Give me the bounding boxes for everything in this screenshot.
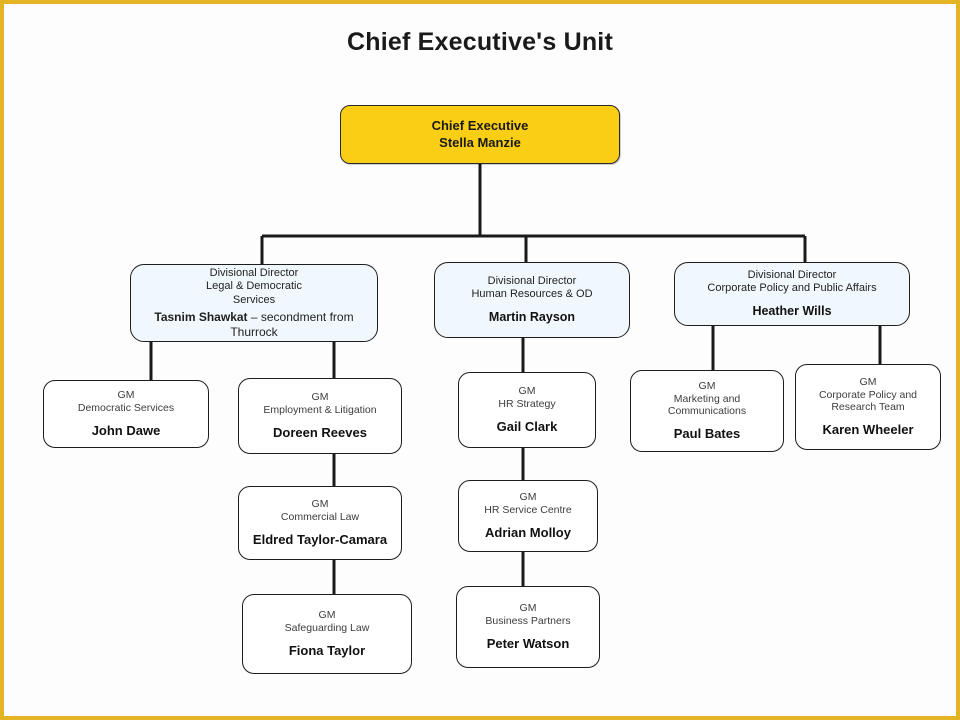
- org-chart-canvas: Chief Executive's Unit Chief Executive S…: [4, 4, 956, 716]
- node-role: GM Business Partners: [485, 602, 571, 628]
- node-person-name: Tasnim Shawkat: [154, 309, 248, 324]
- node-person: Tasnim Shawkat – secondment from Thurroc…: [137, 310, 371, 339]
- node-gm-democratic-services[interactable]: GM Democratic Services John Dawe: [43, 380, 209, 448]
- node-gm-hr-service-centre[interactable]: GM HR Service Centre Adrian Molloy: [458, 480, 598, 552]
- node-divisional-director-hr[interactable]: Divisional Director Human Resources & OD…: [434, 262, 630, 338]
- node-role: Divisional Director Human Resources & OD: [471, 274, 593, 301]
- node-gm-hr-strategy[interactable]: GM HR Strategy Gail Clark: [458, 372, 596, 448]
- node-divisional-director-policy[interactable]: Divisional Director Corporate Policy and…: [674, 262, 910, 326]
- node-gm-corporate-policy-research[interactable]: GM Corporate Policy and Research Team Ka…: [795, 364, 941, 450]
- node-role: GM Democratic Services: [77, 389, 175, 415]
- node-divisional-director-legal[interactable]: Divisional Director Legal & Democratic S…: [130, 264, 378, 342]
- node-person: Fiona Taylor: [288, 642, 366, 658]
- node-gm-safeguarding-law[interactable]: GM Safeguarding Law Fiona Taylor: [242, 594, 412, 674]
- node-person: John Dawe: [91, 422, 161, 438]
- node-person: Heather Wills: [752, 303, 832, 318]
- node-chief-executive[interactable]: Chief Executive Stella Manzie: [340, 105, 620, 164]
- node-role: GM Employment & Litigation: [263, 391, 377, 417]
- node-gm-employment-litigation[interactable]: GM Employment & Litigation Doreen Reeves: [238, 378, 402, 454]
- node-role: Chief Executive: [431, 118, 529, 134]
- node-role: GM Marketing and Communications: [667, 379, 747, 418]
- node-role: GM Commercial Law: [280, 498, 360, 524]
- node-person: Karen Wheeler: [822, 422, 914, 438]
- node-person: Gail Clark: [496, 418, 558, 434]
- node-role: Divisional Director Corporate Policy and…: [707, 268, 877, 295]
- node-role: GM Corporate Policy and Research Team: [818, 375, 918, 414]
- node-person: Stella Manzie: [439, 135, 521, 150]
- node-person: Eldred Taylor-Camara: [252, 531, 388, 547]
- node-person: Peter Watson: [486, 635, 570, 651]
- node-person-note: – secondment from Thurrock: [230, 309, 354, 339]
- node-person: Paul Bates: [673, 426, 741, 442]
- node-gm-commercial-law[interactable]: GM Commercial Law Eldred Taylor-Camara: [238, 486, 402, 560]
- page-title: Chief Executive's Unit: [347, 28, 613, 56]
- node-gm-marketing-communications[interactable]: GM Marketing and Communications Paul Bat…: [630, 370, 784, 452]
- node-gm-business-partners[interactable]: GM Business Partners Peter Watson: [456, 586, 600, 668]
- node-role: GM HR Strategy: [498, 385, 556, 411]
- node-person: Doreen Reeves: [273, 424, 367, 440]
- node-person: Adrian Molloy: [485, 524, 571, 540]
- node-role: GM HR Service Centre: [484, 491, 572, 517]
- node-role: GM Safeguarding Law: [284, 609, 370, 635]
- node-role: Divisional Director Legal & Democratic S…: [206, 266, 302, 306]
- org-chart-page: Chief Executive's Unit Chief Executive S…: [0, 0, 960, 720]
- node-person: Martin Rayson: [488, 309, 576, 324]
